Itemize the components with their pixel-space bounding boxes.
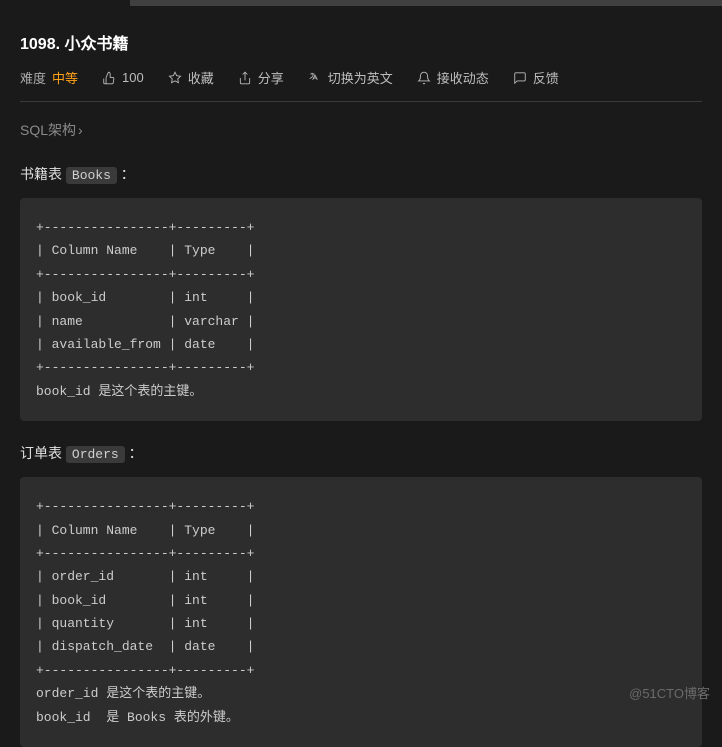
- topbar-dark-segment: [0, 0, 130, 6]
- share-label: 分享: [258, 68, 284, 87]
- subscribe-label: 接收动态: [437, 68, 489, 87]
- difficulty: 难度 中等: [20, 68, 78, 87]
- favorite-label: 收藏: [188, 68, 214, 87]
- subscribe-button[interactable]: 接收动态: [417, 68, 489, 87]
- likes-button[interactable]: 100: [102, 70, 144, 85]
- star-icon: [168, 71, 182, 85]
- books-label-suffix: ：: [117, 166, 135, 182]
- books-section-label: 书籍表 Books ：: [20, 150, 702, 194]
- translate-button[interactable]: 切换为英文: [308, 68, 393, 87]
- orders-label-prefix: 订单表: [20, 445, 66, 461]
- bell-icon: [417, 71, 431, 85]
- difficulty-label: 难度: [20, 68, 46, 87]
- share-icon: [238, 71, 252, 85]
- orders-schema-code: +----------------+---------+ | Column Na…: [20, 477, 702, 747]
- top-bar: [0, 0, 722, 6]
- comment-icon: [513, 71, 527, 85]
- page-title: 1098. 小众书籍: [20, 20, 702, 68]
- books-code: Books: [66, 167, 117, 184]
- favorite-button[interactable]: 收藏: [168, 68, 214, 87]
- meta-row: 难度 中等 100 收藏 分享 切换为英文 接收动态 反馈: [20, 68, 702, 102]
- feedback-label: 反馈: [533, 68, 559, 87]
- chevron-right-icon: ›: [78, 122, 83, 138]
- main-content: 1098. 小众书籍 难度 中等 100 收藏 分享 切换为英文 接收动态 反馈: [0, 6, 722, 747]
- translate-label: 切换为英文: [328, 68, 393, 87]
- thumbs-up-icon: [102, 71, 116, 85]
- share-button[interactable]: 分享: [238, 68, 284, 87]
- difficulty-value: 中等: [52, 68, 78, 87]
- likes-count: 100: [122, 70, 144, 85]
- books-label-prefix: 书籍表: [20, 166, 66, 182]
- topbar-light-segment: [130, 0, 722, 6]
- orders-label-suffix: ：: [125, 445, 143, 461]
- feedback-button[interactable]: 反馈: [513, 68, 559, 87]
- orders-code: Orders: [66, 446, 125, 463]
- books-schema-code: +----------------+---------+ | Column Na…: [20, 198, 702, 421]
- sql-schema-link[interactable]: SQL架构›: [20, 102, 702, 150]
- schema-link-text: SQL架构: [20, 122, 76, 138]
- orders-section-label: 订单表 Orders ：: [20, 429, 702, 473]
- translate-icon: [308, 71, 322, 85]
